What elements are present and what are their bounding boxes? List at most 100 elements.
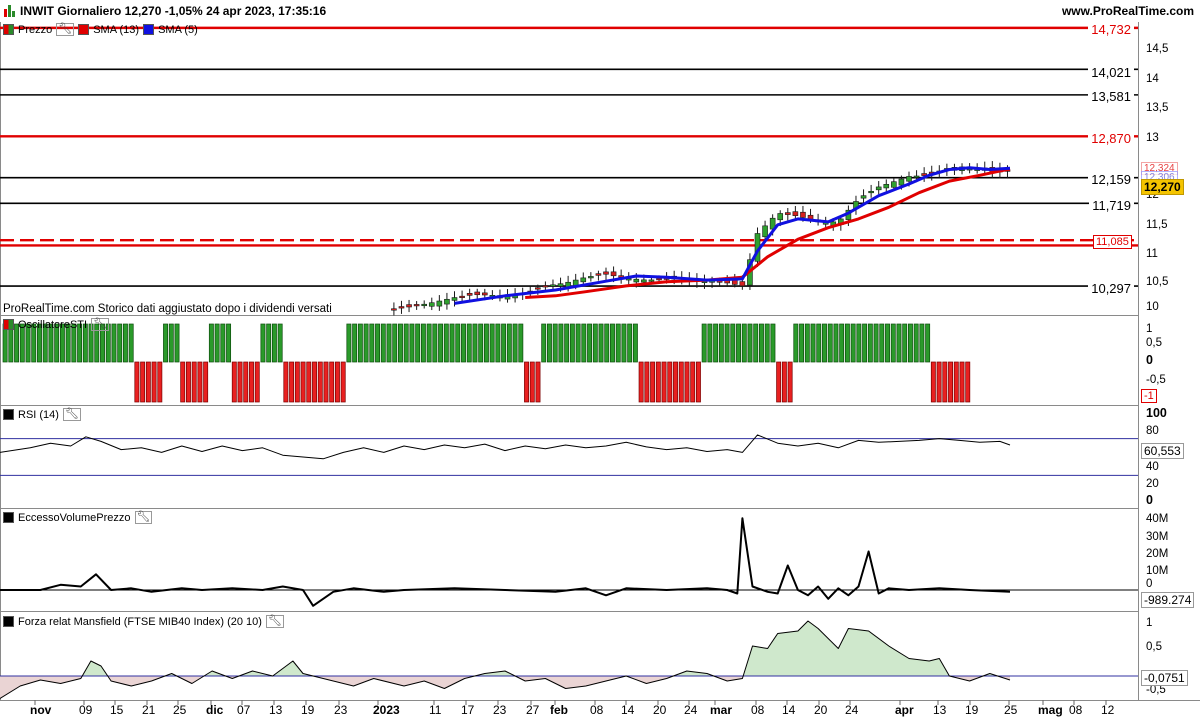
x-tick-label: 21 [142, 703, 156, 717]
evp-line [0, 517, 1011, 607]
sti-tick: 0 [1146, 353, 1153, 367]
mansfield-tick: 1 [1146, 617, 1153, 629]
candle-body [883, 184, 890, 189]
sti-bar-positive [122, 323, 128, 363]
candle-body [451, 297, 458, 301]
source-label[interactable]: www.ProRealTime.com [1062, 4, 1194, 18]
sti-bar-positive [472, 323, 478, 363]
candle-body [633, 278, 640, 283]
sti-bar-negative [644, 361, 650, 403]
sti-bar-positive [879, 323, 885, 363]
mansfield-legend: Forza relat Mansfield (FTSE MIB40 Index)… [3, 615, 284, 628]
level-label-11719: 11,719 [1089, 198, 1134, 213]
sti-bar-positive [375, 323, 381, 363]
candle-body [474, 291, 481, 296]
candle-body [413, 304, 420, 307]
sti-bar-positive [271, 323, 277, 363]
sti-bar-negative [661, 361, 667, 403]
sti-tick: 0,5 [1146, 337, 1162, 349]
x-tick-label: 20 [814, 703, 828, 717]
candle-body [800, 211, 806, 218]
level-label-14021: 14,021 [1088, 65, 1134, 80]
sti-bar-positive [226, 323, 232, 363]
sti-bar-positive [839, 323, 845, 363]
sti-bar-positive [902, 323, 908, 363]
candle-body [784, 212, 791, 215]
x-tick-label: 08 [590, 703, 604, 717]
mansfield-positive-area [0, 621, 1010, 676]
sti-bar-positive [850, 323, 856, 363]
evp-label[interactable]: EccessoVolumePrezzo [18, 512, 131, 524]
evp-tick: 30M [1146, 531, 1169, 543]
sma13-swatch [78, 24, 90, 35]
sti-bar-negative [678, 361, 684, 403]
x-tick-label: 2023 [373, 703, 400, 717]
sti-bar-positive [701, 323, 707, 363]
x-tick-label: 27 [526, 703, 540, 717]
sti-bar-negative [243, 361, 249, 403]
legend-sma13[interactable]: SMA (13) [93, 24, 139, 36]
price-tick: 10 [1146, 301, 1159, 313]
sti-bar-positive [627, 323, 633, 363]
sti-bar-positive [398, 323, 403, 363]
legend-sma5[interactable]: SMA (5) [158, 24, 198, 36]
sti-bar-negative [948, 361, 954, 403]
sti-bar-positive [632, 323, 638, 363]
sti-bar-negative [340, 361, 346, 403]
price-swatch [3, 24, 14, 35]
candle-body [406, 304, 412, 308]
wrench-icon[interactable]: 🔧︎ [56, 23, 75, 36]
sti-bar-positive [764, 323, 770, 363]
price-tick: 10,5 [1146, 276, 1169, 288]
panel-frame [0, 508, 1139, 612]
x-tick-label: 19 [301, 703, 315, 717]
sti-bar-positive [461, 323, 466, 363]
sti-bar-negative [787, 361, 793, 403]
x-tick-label: 08 [1069, 703, 1083, 717]
sti-bar-negative [334, 361, 340, 403]
sti-bar-positive [867, 323, 873, 363]
wrench-icon[interactable]: 🔧︎ [265, 615, 284, 628]
evp-swatch [3, 512, 14, 523]
sti-bar-positive [352, 323, 358, 363]
sti-bar-negative [197, 361, 203, 403]
sti-bar-negative [203, 361, 209, 403]
candle-body [535, 287, 541, 290]
sti-bar-positive [455, 323, 461, 363]
sti-bar-positive [369, 323, 375, 363]
legend-price[interactable]: Prezzo [18, 24, 52, 36]
level-label-10297: 10,297 [1088, 281, 1134, 296]
sti-bar-positive [214, 323, 220, 363]
sti-bar-positive [822, 323, 827, 363]
x-tick-label: 25 [173, 703, 187, 717]
evp-tick: 10M [1146, 565, 1169, 577]
sti-bar-positive [736, 323, 741, 363]
sti-bar-positive [615, 323, 621, 363]
mansfield-label[interactable]: Forza relat Mansfield (FTSE MIB40 Index)… [18, 616, 262, 628]
sti-bar-negative [529, 361, 535, 403]
sti-bar-positive [890, 323, 896, 363]
sti-bar-negative [650, 361, 656, 403]
sti-bar-positive [506, 323, 512, 363]
sti-bar-negative [191, 361, 197, 403]
sti-swatch [3, 319, 14, 330]
candle-body [875, 186, 882, 191]
wrench-icon[interactable]: 🔧︎ [62, 408, 81, 421]
sti-bar-positive [163, 323, 168, 363]
sti-bar-positive [117, 323, 123, 363]
wrench-icon[interactable]: 🔧︎ [134, 511, 153, 524]
evp-tick: 0 [1146, 578, 1153, 590]
rsi-tick: 0 [1146, 493, 1153, 507]
sti-bar-positive [420, 323, 426, 363]
sti-bar-negative [300, 361, 306, 403]
sti-bar-negative [151, 361, 157, 403]
rsi-label[interactable]: RSI (14) [18, 409, 59, 421]
rsi-tick: 100 [1146, 406, 1167, 420]
sti-bar-positive [621, 323, 627, 363]
x-tick-label: 09 [79, 703, 93, 717]
x-tick-label: 14 [782, 703, 796, 717]
sti-bar-negative [237, 361, 243, 403]
sti-bar-positive [363, 323, 369, 363]
sti-label[interactable]: OscillatoreSTI [18, 319, 87, 331]
wrench-icon[interactable]: 🔧︎ [91, 318, 110, 331]
